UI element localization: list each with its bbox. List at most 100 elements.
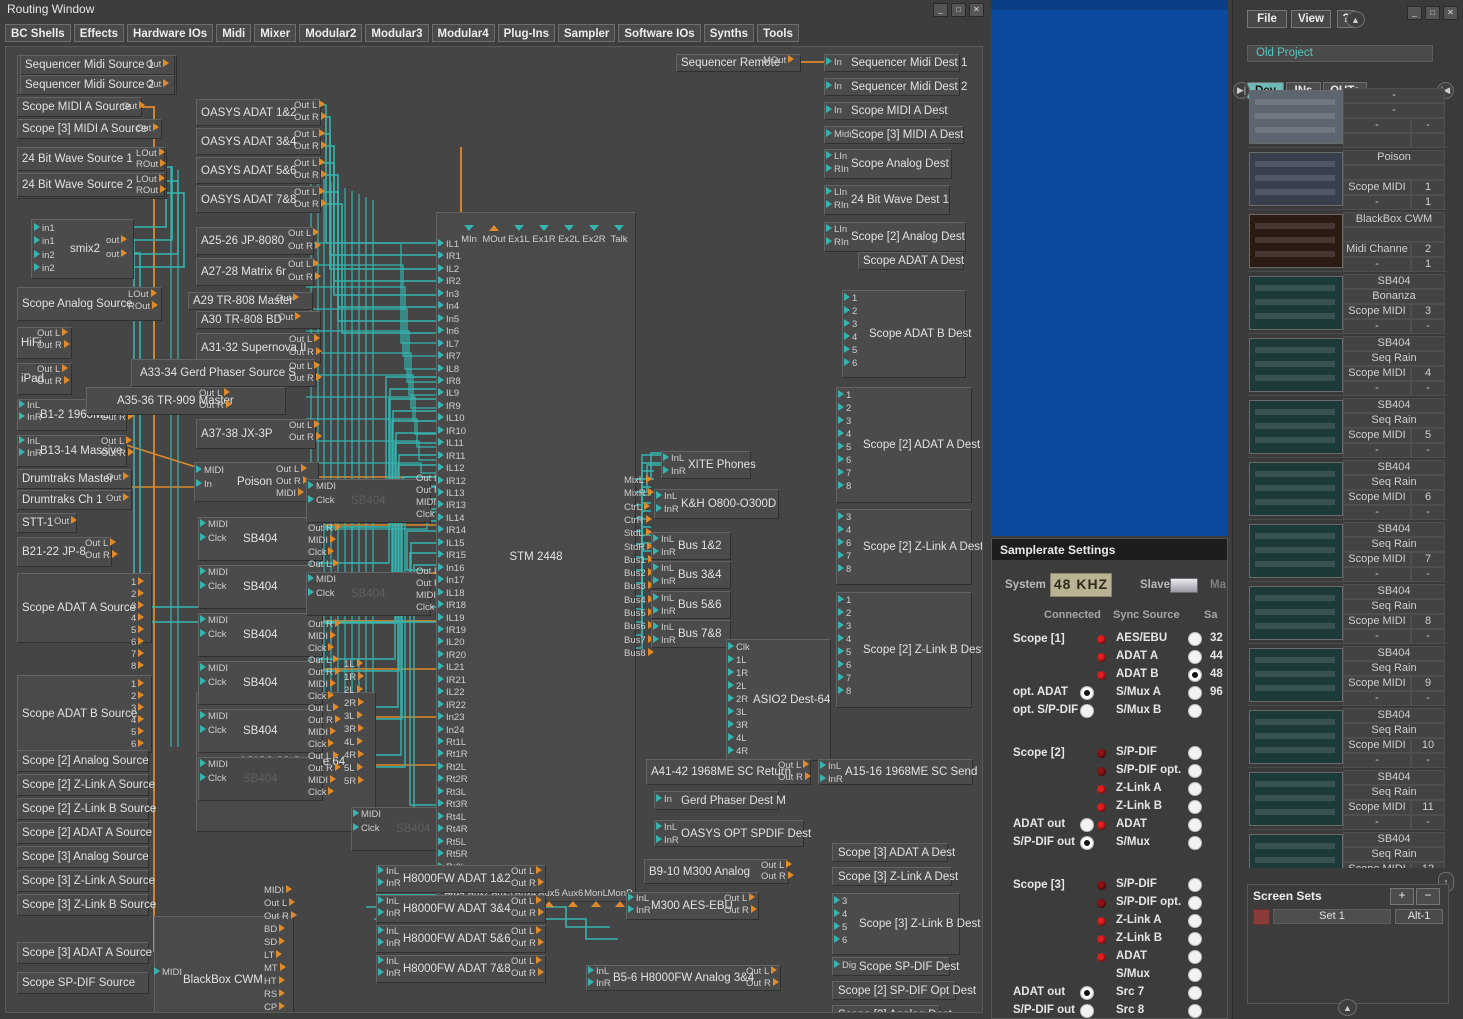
port[interactable]: Out L [37,328,68,339]
input-port-icon[interactable] [196,479,202,487]
output-port-icon[interactable] [357,763,363,771]
device-preset-field[interactable]: Seq Rain [1343,475,1445,490]
sync-source-radio[interactable] [1188,1004,1202,1018]
device-preset-field[interactable]: Seq Rain [1343,661,1445,676]
port[interactable]: 3 [838,512,851,523]
device-list[interactable]: ----PoisonScope MIDI1-1BlackBox CWMMidi … [1247,86,1447,868]
input-port-icon[interactable] [653,635,659,643]
port[interactable]: 6 [131,637,144,648]
output-mode-radio[interactable] [1080,986,1094,1000]
port[interactable]: In6 [438,326,459,337]
port[interactable]: Rt5R [438,849,468,860]
device-port-field[interactable]: - [1343,118,1411,133]
port[interactable]: IL7 [438,339,459,350]
port[interactable]: Out [278,312,301,323]
port[interactable]: Out [146,79,169,90]
close-icon[interactable]: ✕ [969,3,984,17]
input-port-icon[interactable] [438,438,444,446]
output-port-icon[interactable] [71,516,77,524]
port[interactable]: Out L [308,751,339,762]
port[interactable]: Out R [308,523,341,534]
port[interactable]: Bus8 [624,648,654,659]
port[interactable]: MT [264,963,286,974]
output-port-icon[interactable] [279,989,285,997]
port[interactable]: 5 [131,625,144,636]
input-port-icon[interactable] [844,319,850,327]
sync-source-radio[interactable] [1188,986,1202,1000]
output-port-icon[interactable] [321,112,327,120]
input-port-icon[interactable] [438,600,444,608]
port[interactable]: Bus3 [624,581,654,592]
module-scope-2-z-link-a-dest[interactable]: Scope [2] Z-Link A Dest [836,509,972,585]
port[interactable]: 5 [838,647,851,658]
port[interactable]: 3 [131,703,144,714]
device-port2-field[interactable]: - [1343,443,1411,458]
port[interactable]: MIDI [154,967,182,978]
module-a30-tr-808-bd[interactable]: A30 TR-808 BD [196,311,321,329]
device-port-field[interactable]: Scope MIDI [1343,552,1411,567]
input-port-icon[interactable] [154,967,160,975]
port[interactable]: In [826,57,842,68]
output-port-icon[interactable] [321,170,327,178]
port[interactable]: Out R [294,141,327,152]
output-port-icon[interactable] [330,775,336,783]
output-port-icon[interactable] [749,893,755,901]
input-port-icon[interactable] [34,223,40,231]
input-port-icon[interactable] [438,538,444,546]
input-port-icon[interactable] [844,358,850,366]
output-port-icon[interactable] [313,259,319,267]
input-port-icon[interactable] [438,339,444,347]
output-port-icon[interactable] [112,550,118,558]
device-row[interactable]: SB404Seq RainScope MIDI7-- [1247,520,1447,582]
tab-hardware-ios[interactable]: Hardware IOs [127,24,213,42]
port[interactable]: MIDI [308,727,336,738]
port[interactable]: StdL [624,528,652,539]
port[interactable]: Rt4R [438,824,468,835]
port[interactable]: 4 [838,429,851,440]
input-port-icon[interactable] [196,465,202,473]
tab-effects[interactable]: Effects [74,24,124,42]
input-port-icon[interactable] [438,687,444,695]
device-port-field[interactable]: Scope MIDI [1343,366,1411,381]
screen-set-shortcut[interactable]: Alt-1 [1395,909,1443,924]
port[interactable]: IR2 [438,276,461,287]
output-port-icon[interactable] [644,502,650,510]
device-row[interactable]: SB404Seq RainScope MIDI10-- [1247,706,1447,768]
port[interactable]: IL2 [438,264,459,275]
device-port-field[interactable]: Midi Channe [1343,242,1411,257]
input-port-icon[interactable] [728,746,734,754]
output-port-icon[interactable] [358,776,364,784]
port[interactable]: 1R [728,668,748,679]
input-port-icon[interactable] [19,448,25,456]
device-port-field[interactable]: Scope MIDI [1343,180,1411,195]
input-port-icon[interactable] [838,403,844,411]
module-scope-2-adat-a-source[interactable]: Scope [2] ADAT A Source [17,822,149,844]
output-port-icon[interactable] [335,715,341,723]
module-scope-adat-b-dest[interactable]: Scope ADAT B Dest [842,290,966,378]
port[interactable]: 5 [834,922,847,933]
input-port-icon[interactable] [438,264,444,272]
port[interactable]: Out R [308,763,341,774]
port[interactable]: InL [653,534,674,545]
port[interactable]: HT [264,976,285,987]
device-port-field[interactable]: Scope MIDI [1343,490,1411,505]
device-port2-field[interactable]: - [1343,195,1411,210]
port[interactable]: Clck [200,773,226,784]
port[interactable]: Out L [308,703,339,714]
input-port-icon[interactable] [656,835,662,843]
port[interactable]: 2L [344,685,363,696]
module-a35-36-tr-909-master[interactable]: A35-36 TR-909 Master [86,387,286,415]
device-port-field[interactable]: Scope MIDI [1343,738,1411,753]
device-name-field[interactable]: BlackBox CWM [1343,212,1445,227]
device-footer-icon[interactable]: ▲ [1338,999,1357,1016]
port[interactable]: InL [628,893,649,904]
device-preset-field[interactable]: Seq Rain [1343,847,1445,862]
port[interactable]: ROut [136,185,166,196]
input-port-icon[interactable] [838,429,844,437]
output-port-icon[interactable] [357,711,363,719]
input-port-icon[interactable] [838,660,844,668]
mixer-top-port[interactable]: Ex1R [531,223,557,245]
input-port-icon[interactable] [826,151,832,159]
input-port-icon[interactable] [826,200,832,208]
input-port-icon[interactable] [728,668,734,676]
